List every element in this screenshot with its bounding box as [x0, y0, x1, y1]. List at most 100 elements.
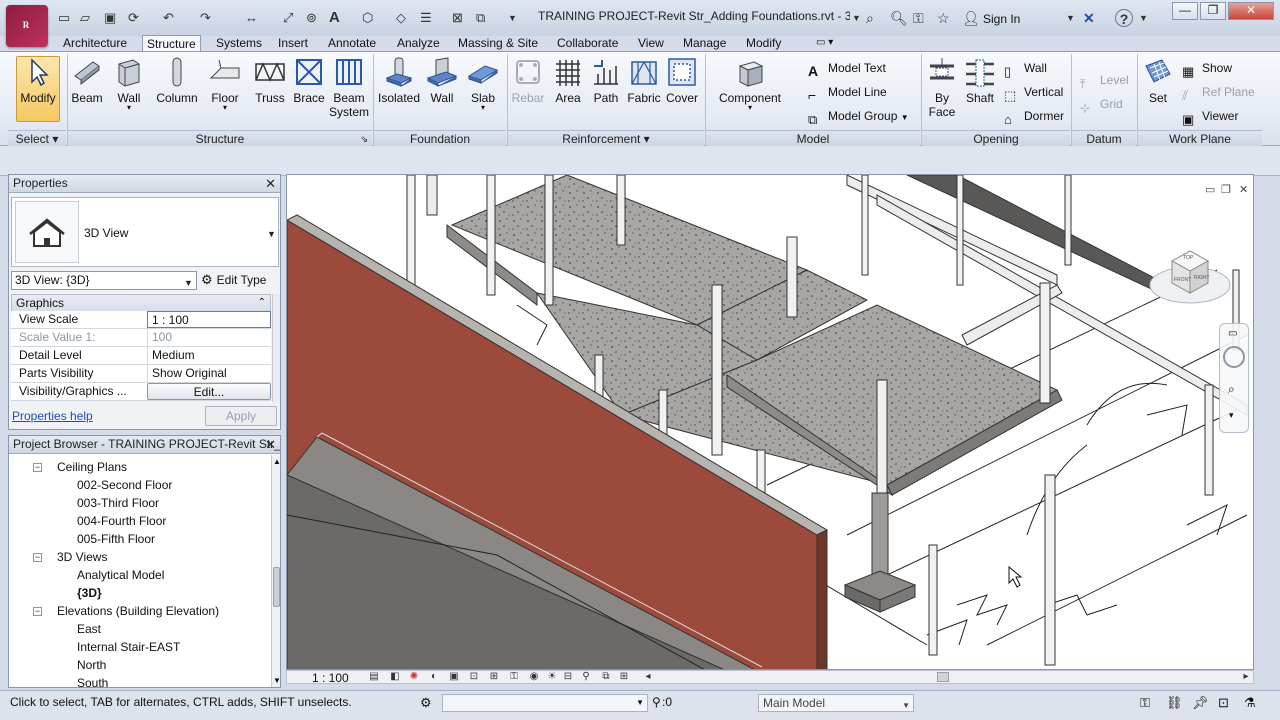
close-hidden-windows-icon[interactable]: ⊠ — [452, 9, 463, 27]
application-menu-button[interactable]: R — [6, 5, 48, 47]
reveal-constraints-icon[interactable]: ⊞ — [618, 671, 630, 683]
favorites-star-icon[interactable]: ☆ — [937, 9, 950, 27]
nav-bar-close-icon[interactable]: ▭ — [1228, 328, 1237, 339]
dormer-opening-button[interactable]: ⌂ Dormer — [1004, 108, 1064, 128]
steering-wheel-icon[interactable] — [1223, 346, 1245, 368]
fabric-button[interactable]: Fabric — [624, 56, 664, 105]
collapse-toggle-icon[interactable]: − — [33, 463, 42, 472]
undo-icon[interactable]: ↶ — [163, 9, 174, 27]
isolated-foundation-button[interactable]: Isolated — [374, 56, 424, 105]
tree-node-3d-views[interactable]: − 3D Views — [33, 548, 107, 566]
property-row-detail-level[interactable]: Detail Level Medium — [11, 347, 271, 365]
structure-settings-icon[interactable]: ⇘ — [360, 131, 368, 147]
search-icon[interactable]: 🔍︎ — [890, 9, 908, 27]
thin-lines-icon[interactable]: ☰ — [420, 9, 432, 27]
lock-3d-view-icon[interactable]: ⚿ — [508, 671, 520, 683]
close-icon[interactable]: ✕ — [265, 175, 276, 192]
tree-item[interactable]: 005-Fifth Floor — [77, 530, 155, 548]
temporary-view-properties-icon[interactable]: ⊟ — [562, 671, 574, 683]
tree-node-ceiling-plans[interactable]: − Ceiling Plans — [33, 458, 127, 476]
editable-only-icon[interactable]: ⚿ — [1140, 695, 1150, 711]
ref-plane-button[interactable]: ⫽ Ref Plane — [1182, 84, 1255, 104]
properties-scrollbar[interactable] — [272, 294, 280, 402]
structural-wall-button[interactable]: Wall ▾ — [110, 56, 148, 112]
view-scale-input[interactable]: 1 : 100 — [147, 311, 271, 328]
viewport-restore-icon[interactable]: ❐ — [1221, 183, 1231, 196]
close-icon[interactable]: ✕ — [265, 436, 276, 453]
scroll-thumb[interactable] — [273, 567, 280, 607]
viewcube[interactable]: TOP FRONT RIGHT — [1147, 239, 1233, 309]
select-pinned-icon[interactable]: 📌︎ — [1192, 695, 1209, 711]
property-row-view-scale[interactable]: View Scale 1 : 100 — [11, 311, 271, 329]
modify-button[interactable]: Modify — [14, 56, 62, 105]
column-button[interactable]: Column — [152, 56, 202, 105]
zoom-icon[interactable]: ⌕ — [1228, 382, 1235, 397]
rendering-icon[interactable]: ▣ — [448, 671, 460, 683]
select-underlay-icon[interactable]: ⊡ — [1218, 695, 1229, 711]
tab-analyze[interactable]: Analyze — [393, 35, 444, 52]
model-text-button[interactable]: A Model Text — [808, 60, 886, 79]
apply-button[interactable]: Apply — [205, 406, 277, 426]
reinforcement-panel-label[interactable]: Reinforcement ▾ — [508, 130, 704, 146]
viewport-minimize-icon[interactable]: ▭ — [1205, 183, 1215, 196]
infocenter-binoculars-icon[interactable]: ⌕ — [866, 9, 874, 27]
truss-button[interactable]: Truss — [250, 56, 290, 105]
wall-foundation-button[interactable]: Wall — [424, 56, 460, 105]
slab-foundation-button[interactable]: Slab ▾ — [464, 56, 502, 112]
sign-in-link[interactable]: Sign In — [983, 12, 1020, 26]
area-reinforcement-button[interactable]: Area — [550, 56, 586, 105]
scroll-right-icon[interactable]: ▸ — [1240, 671, 1252, 683]
floor-button[interactable]: Floor ▾ — [206, 56, 244, 112]
show-crop-region-icon[interactable]: ⊞ — [488, 671, 500, 683]
help-icon[interactable]: ? — [1115, 9, 1133, 27]
tree-item[interactable]: Analytical Model — [77, 566, 164, 584]
visibility-graphics-edit-button[interactable]: Edit... — [147, 383, 271, 400]
scroll-thumb[interactable] — [937, 672, 949, 682]
measure-icon[interactable]: ↔ — [245, 9, 258, 27]
filter-icon[interactable]: ⚲ — [652, 695, 661, 709]
analytical-model-icon[interactable]: ⚲ — [580, 671, 592, 683]
property-row-parts-visibility[interactable]: Parts Visibility Show Original — [11, 365, 271, 383]
brace-button[interactable]: Brace — [290, 56, 328, 105]
tree-item[interactable]: North — [77, 656, 106, 674]
open-icon[interactable]: ▱ — [80, 9, 90, 27]
text-icon[interactable]: A — [329, 9, 340, 27]
viewcube-front-label[interactable]: FRONT — [1174, 277, 1191, 283]
shadows-icon[interactable]: ◐ — [428, 671, 440, 683]
default-3d-view-icon[interactable]: ⬡ — [362, 9, 373, 27]
path-reinforcement-button[interactable]: Path — [588, 56, 624, 105]
detail-level-icon[interactable]: ▤ — [368, 671, 380, 683]
sync-icon[interactable]: ⟳ — [128, 9, 139, 27]
tree-item[interactable]: 003-Third Floor — [77, 494, 159, 512]
tree-item[interactable]: Internal Stair-EAST — [77, 638, 180, 656]
type-dropdown-icon[interactable]: ▼ — [267, 229, 276, 239]
tree-item[interactable]: 002-Second Floor — [77, 476, 172, 494]
grid-button[interactable]: ⊹ Grid — [1080, 96, 1123, 116]
detail-level-value[interactable]: Medium — [147, 347, 271, 364]
wall-opening-button[interactable]: ▯ Wall — [1004, 60, 1047, 80]
help-dropdown-icon[interactable]: ▼ — [1139, 9, 1148, 27]
rebar-button[interactable]: Rebar — [508, 56, 548, 105]
ribbon-minimize-toggle-icon[interactable]: ▭ ▾ — [812, 35, 837, 52]
cover-button[interactable]: Cover — [664, 56, 700, 105]
type-selector[interactable]: 3D View ▼ — [11, 197, 279, 267]
tab-massing-site[interactable]: Massing & Site — [454, 35, 542, 52]
subscription-key-icon[interactable]: ⚿ — [913, 9, 924, 27]
tab-modify[interactable]: Modify — [742, 35, 785, 52]
tab-view[interactable]: View — [634, 35, 668, 52]
select-links-icon[interactable]: ⛓ — [1166, 695, 1183, 711]
project-browser-header[interactable]: Project Browser - TRAINING PROJECT-Revit… — [9, 436, 280, 454]
graphics-group-header[interactable]: Graphics ⌃ — [11, 294, 271, 312]
property-row-visibility-graphics[interactable]: Visibility/Graphics ... Edit... — [11, 383, 271, 401]
temporary-hide-icon[interactable]: ◉ — [528, 671, 540, 683]
beam-button[interactable]: Beam — [68, 56, 106, 105]
restore-button[interactable]: ❐ — [1200, 2, 1226, 20]
beam-system-button[interactable]: Beam System — [328, 56, 370, 119]
level-button[interactable]: ⤒ Level — [1080, 72, 1129, 92]
parts-visibility-value[interactable]: Show Original — [147, 365, 271, 382]
scroll-up-icon[interactable]: ▲ — [273, 457, 280, 466]
aligned-dimension-icon[interactable]: ⤢ — [283, 9, 293, 27]
close-button[interactable]: ✕ — [1228, 2, 1274, 20]
viewcube-top-label[interactable]: TOP — [1183, 255, 1193, 261]
tab-insert[interactable]: Insert — [274, 35, 312, 52]
